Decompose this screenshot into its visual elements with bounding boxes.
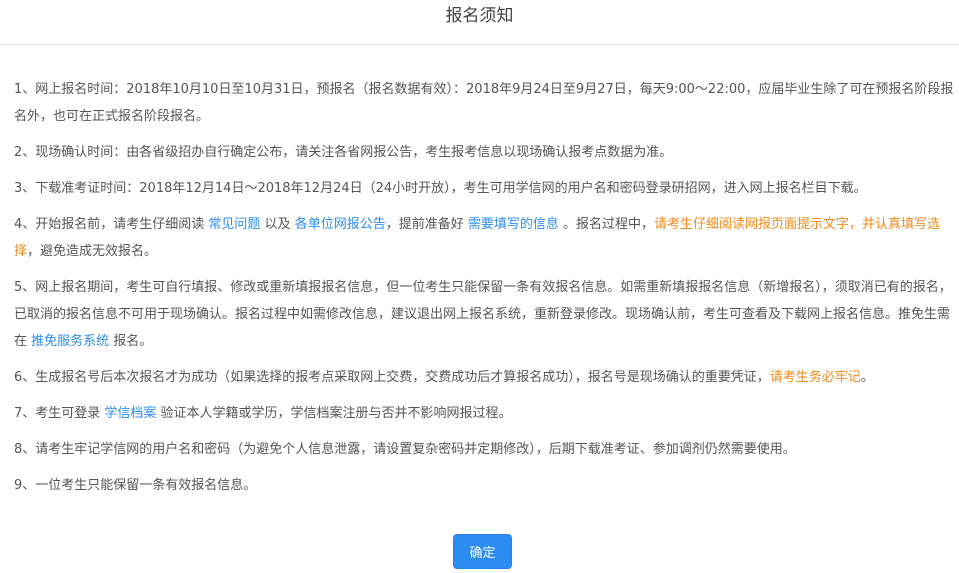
dialog-header: 报名须知 (0, 0, 959, 45)
notice-item-1: 1、网上报名时间：2018年10月10日至10月31日，预报名（报名数据有效）：… (14, 82, 954, 124)
page-title: 报名须知 (445, 6, 514, 26)
notice-text: 4、开始报名前，请考生仔细阅读 (14, 217, 209, 232)
notice-text: 5、网上报名期间，考生可自行填报、修改或重新填报报名信息，但一位考生只能保留一条… (14, 280, 952, 349)
notice-text: 。报名过程中， (558, 217, 654, 232)
notice-item-6: 6、生成报名号后本次报名才为成功（如果选择的报考点采取网上交费，交费成功后才算报… (14, 364, 954, 391)
notice-item-4: 4、开始报名前，请考生仔细阅读 常见问题 以及 各单位网报公告，提前准备好 需要… (14, 211, 954, 265)
notice-text: 。 (860, 370, 874, 385)
required-info-link[interactable]: 需要填写的信息 (468, 217, 559, 232)
faq-link[interactable]: 常见问题 (208, 217, 260, 232)
unit-announcements-link[interactable]: 各单位网报公告 (295, 217, 386, 232)
recommendation-system-link[interactable]: 推免服务系统 (31, 334, 109, 349)
notice-text: 6、生成报名号后本次报名才为成功（如果选择的报考点采取网上交费，交费成功后才算报… (14, 370, 770, 385)
notice-item-3: 3、下载准考证时间：2018年12月14日～2018年12月24日（24小时开放… (14, 181, 867, 196)
notice-text: ，避免造成无效报名。 (27, 244, 158, 259)
notice-item-8: 8、请考生牢记学信网的用户名和密码（为避免个人信息泄露，请设置复杂密码并定期修改… (14, 442, 796, 457)
warning-text: 请考生务必牢记 (769, 370, 861, 385)
confirm-button[interactable]: 确定 (453, 534, 512, 569)
student-records-link[interactable]: 学信档案 (104, 406, 156, 421)
notice-text: 报名。 (109, 334, 153, 349)
notice-text: 以及 (260, 217, 295, 232)
notice-list: 1、网上报名时间：2018年10月10日至10月31日，预报名（报名数据有效）：… (14, 76, 954, 508)
notice-text: ，提前准备好 (385, 217, 468, 232)
notice-item-2: 2、现场确认时间：由各省级招办自行确定公布，请关注各省网报公告，考生报考信息以现… (14, 145, 673, 160)
notice-item-9: 9、一位考生只能保留一条有效报名信息。 (14, 478, 257, 493)
notice-text: 7、考生可登录 (14, 406, 105, 421)
notice-item-7: 7、考生可登录 学信档案 验证本人学籍或学历，学信档案注册与否并不影响网报过程。 (14, 400, 954, 427)
notice-text: 验证本人学籍或学历，学信档案注册与否并不影响网报过程。 (156, 406, 512, 421)
notice-item-5: 5、网上报名期间，考生可自行填报、修改或重新填报报名信息，但一位考生只能保留一条… (14, 274, 954, 355)
